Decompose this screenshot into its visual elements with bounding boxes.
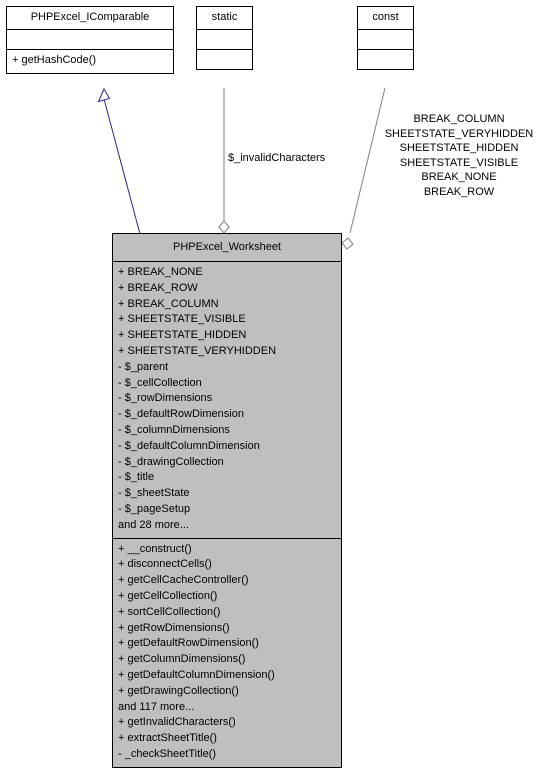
attribute-item: - $_columnDimensions xyxy=(118,423,230,436)
empty-attributes-row xyxy=(197,30,252,49)
class-name-phpexcel-icomparable: PHPExcel_IComparable xyxy=(30,11,150,23)
inheritance-edge-icomparable xyxy=(103,98,141,235)
class-diagram: PHPExcel_IComparable + getHashCode() sta… xyxy=(0,0,551,784)
operation-item: + disconnectCells() xyxy=(118,558,212,571)
operation-item: - _checkSheetTitle() xyxy=(118,747,217,760)
class-node-phpexcel-icomparable[interactable]: PHPExcel_IComparable + getHashCode() xyxy=(6,6,174,74)
empty-attributes-row xyxy=(7,30,173,49)
node-attributes-compartment xyxy=(358,29,413,49)
operation-item: + getCellCacheController() xyxy=(118,574,249,587)
attributes-list: + BREAK_NONE + BREAK_ROW + BREAK_COLUMN … xyxy=(113,262,341,538)
attribute-item: - $_pageSetup xyxy=(118,502,191,515)
node-attributes-compartment: + BREAK_NONE + BREAK_ROW + BREAK_COLUMN … xyxy=(113,261,341,538)
operation-item: + getDefaultRowDimension() xyxy=(118,637,259,650)
operation-item: + sortCellCollection() xyxy=(118,605,221,618)
attribute-item: - $_rowDimensions xyxy=(118,392,213,405)
attribute-item: + BREAK_COLUMN xyxy=(118,297,219,310)
attribute-item: - $_parent xyxy=(118,360,169,373)
node-title-compartment: static xyxy=(197,7,252,29)
node-operations-compartment: + getHashCode() xyxy=(7,49,173,73)
node-operations-compartment: + __construct() + disconnectCells() + ge… xyxy=(113,537,341,767)
class-node-const[interactable]: const xyxy=(357,6,414,70)
aggregation-diamond-static xyxy=(218,220,230,234)
edge-label-invalid-characters: $_invalidCharacters xyxy=(228,152,326,164)
const-label-item: BREAK_COLUMN xyxy=(413,113,505,125)
attribute-item: - $_cellCollection xyxy=(118,376,202,389)
operation-item: + getCellCollection() xyxy=(118,589,218,602)
operation-item: + extractSheetTitle() xyxy=(118,732,217,745)
attribute-more-item: and 28 more... xyxy=(118,518,189,531)
node-operations-compartment xyxy=(358,49,413,69)
node-title-compartment: PHPExcel_IComparable xyxy=(7,7,173,29)
attribute-item: + SHEETSTATE_HIDDEN xyxy=(118,329,247,342)
node-title-compartment: const xyxy=(358,7,413,29)
node-title-compartment: PHPExcel_Worksheet xyxy=(113,234,341,261)
attribute-item: - $_sheetState xyxy=(118,487,190,500)
class-name-const: const xyxy=(372,11,399,23)
const-label-item: BREAK_ROW xyxy=(423,185,495,198)
const-label-item: BREAK_NONE xyxy=(421,171,497,183)
const-label-item: SHEETSTATE_VISIBLE xyxy=(399,156,519,169)
aggregation-diamond-const xyxy=(341,237,354,250)
class-name-phpexcel-worksheet: PHPExcel_Worksheet xyxy=(172,241,281,253)
attribute-item: - $_title xyxy=(118,471,155,484)
class-node-static[interactable]: static xyxy=(196,6,253,70)
operation-item: + getDefaultColumnDimension() xyxy=(118,668,275,681)
operation-item: + getRowDimensions() xyxy=(118,621,230,634)
operation-item: + getDrawingCollection() xyxy=(118,684,239,697)
node-attributes-compartment xyxy=(7,29,173,49)
class-name-static: static xyxy=(211,11,238,23)
const-label-item: SHEETSTATE_VERYHIDDEN xyxy=(384,127,534,140)
class-node-phpexcel-worksheet[interactable]: PHPExcel_Worksheet + BREAK_NONE + BREAK_… xyxy=(112,233,342,768)
const-label-item: SHEETSTATE_HIDDEN xyxy=(399,142,519,154)
attribute-item: - $_defaultRowDimension xyxy=(118,408,244,421)
operation-item: + getInvalidCharacters() xyxy=(118,716,236,729)
operation-more-item: and 117 more... xyxy=(118,700,195,713)
operation-item: + getColumnDimensions() xyxy=(118,653,246,666)
edge-label-const-constants: BREAK_COLUMN SHEETSTATE_VERYHIDDEN SHEET… xyxy=(374,112,544,199)
attribute-item: + BREAK_NONE xyxy=(118,266,203,278)
empty-operations-row xyxy=(197,50,252,69)
operations-list: + getHashCode() xyxy=(7,50,173,73)
attribute-item: - $_defaultColumnDimension xyxy=(118,439,260,452)
operations-list: + __construct() + disconnectCells() + ge… xyxy=(113,539,341,767)
node-operations-compartment xyxy=(197,49,252,69)
node-attributes-compartment xyxy=(197,29,252,49)
attribute-item: - $_drawingCollection xyxy=(118,455,224,468)
operation-item: + __construct() xyxy=(118,542,192,555)
operation-item: + getHashCode() xyxy=(12,54,97,66)
attribute-item: + SHEETSTATE_VERYHIDDEN xyxy=(118,344,277,357)
empty-operations-row xyxy=(358,50,413,69)
attribute-item: + SHEETSTATE_VISIBLE xyxy=(118,313,246,326)
attribute-item: + BREAK_ROW xyxy=(118,281,198,294)
inheritance-arrow-icomparable xyxy=(97,87,111,103)
empty-attributes-row xyxy=(358,30,413,49)
